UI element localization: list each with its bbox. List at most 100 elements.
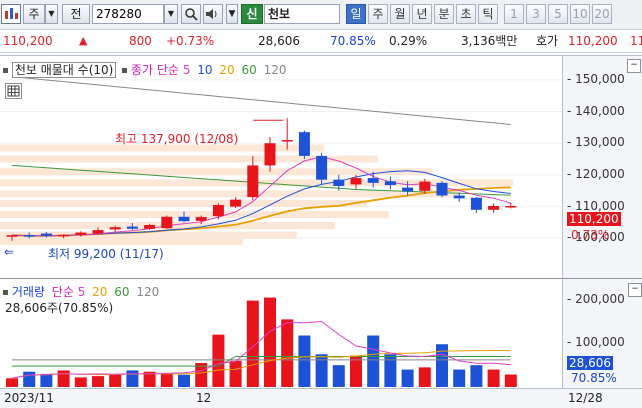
type-select[interactable]: 전 — [62, 4, 90, 24]
period-tab-3[interactable]: 년 — [412, 4, 432, 24]
search-icon — [185, 8, 198, 21]
candle-body — [419, 181, 431, 191]
market-select[interactable]: 주 — [23, 4, 45, 24]
volume-bar — [40, 373, 53, 387]
candle-body — [75, 232, 87, 235]
volume-tick-label: - 200,000 — [567, 291, 625, 306]
price-chart-panel[interactable]: 천보 매물대 수(10) 종가 단순 5 10 20 60 120 최고 137… — [0, 55, 562, 278]
legend-marker-icon — [3, 68, 8, 73]
settings-button[interactable] — [1, 4, 21, 24]
volume-bar — [470, 365, 483, 387]
volume-bar — [384, 354, 397, 387]
volume-bar — [298, 335, 311, 387]
candle-body — [92, 230, 104, 234]
candle-body — [195, 217, 207, 221]
volume-profile-bar — [0, 199, 368, 207]
volume-bar — [367, 335, 380, 387]
sound-dropdown-button[interactable]: ▼ — [226, 4, 238, 24]
candle-body — [247, 165, 259, 198]
candle-body — [350, 178, 362, 185]
interval-button-1[interactable]: 1 — [504, 4, 524, 24]
candle-body — [436, 182, 448, 196]
candle-body — [230, 199, 242, 207]
volume-bar — [332, 365, 345, 387]
code-dropdown-button[interactable]: ▼ — [164, 4, 178, 24]
price-tick-label: - 130,000 — [567, 135, 625, 150]
vol-ma-5-label: 5 — [77, 285, 86, 299]
low-price-text: 최저 99,200 (11/17) — [48, 247, 164, 261]
candle-body — [6, 235, 18, 237]
period-tab-1[interactable]: 주 — [368, 4, 388, 24]
vol-ma-60-line — [12, 356, 511, 367]
up-arrow-icon: ▲ — [79, 34, 88, 47]
price-change: 800 — [129, 34, 152, 48]
candle-body — [212, 205, 224, 217]
volume-bar — [315, 354, 328, 387]
volume-title[interactable]: 거래량 — [12, 285, 45, 299]
interval-button-5[interactable]: 5 — [548, 4, 568, 24]
panel-minimize-button[interactable]: − — [628, 283, 642, 297]
price-change-pct: +0.73% — [166, 34, 215, 48]
volume-bar — [160, 373, 173, 387]
volume-profile-title[interactable]: 천보 매물대 수(10) — [11, 62, 117, 78]
candle-body — [298, 132, 310, 156]
volume-bar — [212, 334, 225, 387]
credit-badge: 신 — [241, 4, 263, 24]
candle-body — [453, 195, 465, 199]
volume-bar — [6, 378, 18, 387]
grid-icon — [7, 85, 20, 97]
candle-body — [384, 181, 396, 186]
period-tab-4[interactable]: 분 — [434, 4, 454, 24]
period-tab-6[interactable]: 틱 — [478, 4, 498, 24]
volume-profile-bar — [0, 190, 459, 198]
sound-button[interactable] — [203, 4, 223, 24]
candle-body — [333, 179, 345, 187]
stock-code-input[interactable] — [92, 4, 164, 24]
volume-profile-bar — [0, 237, 243, 245]
vol-ma-120-label: 120 — [136, 285, 160, 299]
hoga-price: 110,200 — [568, 34, 618, 48]
type-value: 전 — [70, 7, 82, 21]
price-panel-minimize-button[interactable]: − — [627, 59, 641, 73]
volume-bar — [57, 370, 70, 387]
chevron-down-icon: ▼ — [228, 9, 236, 19]
candle-body — [161, 216, 173, 229]
candle-body — [264, 143, 276, 166]
interval-button-10[interactable]: 10 — [570, 4, 590, 24]
price-tick-label: - 150,000 — [567, 71, 625, 86]
volume-profile-bar — [0, 211, 389, 219]
turnover-pct: 0.29% — [389, 34, 428, 48]
interval-button-3[interactable]: 3 — [526, 4, 546, 24]
ma-5-label: 5 — [182, 63, 191, 77]
ma-20-label: 20 — [219, 63, 235, 77]
candle-body — [23, 235, 35, 237]
table-view-button[interactable] — [5, 83, 22, 99]
volume-bar — [23, 371, 36, 387]
credit-badge-label: 신 — [246, 7, 258, 21]
period-tab-5[interactable]: 초 — [456, 4, 476, 24]
price-axis[interactable]: - 150,000 - 140,000 - 130,000 - 120,000 - 11… — [562, 55, 642, 278]
toolbar: 주 ▼ 전 ▼ ▼ 신 천보 일주월년분초틱1351020 — [0, 0, 642, 30]
volume-bar — [453, 369, 466, 387]
interval-button-20[interactable]: 20 — [592, 4, 612, 24]
hoga-label: 호가 — [536, 34, 559, 48]
volume-ma-label[interactable]: 단순 — [52, 285, 74, 299]
quote-info-row: 110,200 ▲ 800 +0.73% 28,606 70.85% 0.29%… — [0, 30, 642, 53]
period-tab-2[interactable]: 월 — [390, 4, 410, 24]
minimize-icon: − — [630, 60, 638, 70]
current-price-pct: 0.73% — [571, 228, 610, 242]
speaker-icon — [206, 9, 217, 19]
current-volume-pct: 70.85% — [571, 371, 617, 385]
current-price: 110,200 — [3, 34, 53, 48]
market-dropdown-button[interactable]: ▼ — [45, 4, 58, 24]
volume-bar — [401, 369, 414, 387]
hoga-extra: 11 — [630, 34, 642, 48]
candle-body — [40, 233, 52, 236]
ma-label[interactable]: 종가 단순 — [131, 63, 179, 77]
search-button[interactable] — [181, 4, 201, 24]
period-tab-0[interactable]: 일 — [346, 4, 366, 24]
price-tick-label: - 110,000 — [567, 198, 625, 213]
candle-body — [109, 227, 121, 230]
volume-axis[interactable]: - 200,000 - 100,000 28,606 70.85% − — [562, 278, 642, 389]
volume-chart-panel[interactable]: 거래량 단순 5 20 60 120 28,606주(70.85%) — [0, 278, 562, 389]
